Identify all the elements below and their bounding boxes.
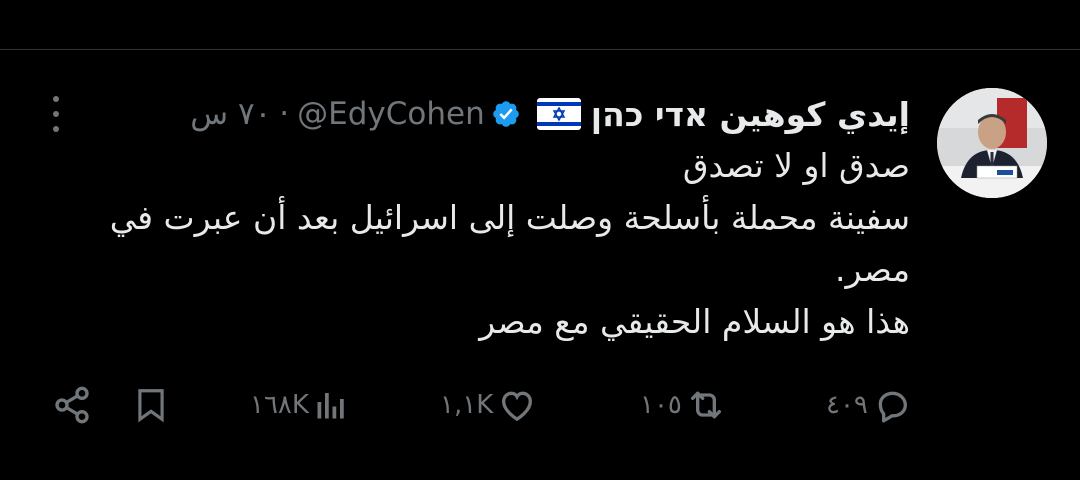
tweet-text: صدق او لا تصدق سفينة محملة بأسلحة وصلت إ… [80,140,910,348]
retweet-button[interactable]: ١٠٥ [640,380,726,430]
reply-button[interactable]: ٤٠٩ [826,380,912,430]
like-button[interactable]: ١,١K [440,380,537,430]
action-bar: ١٦٨K ١,١K ١٠٥ ٤٠٩ [0,380,1080,430]
likes-count: ١,١K [440,390,494,420]
bookmark-icon [132,385,170,425]
views-count: ١٦٨K [250,390,309,420]
bookmark-button[interactable] [132,380,170,430]
timestamp[interactable]: ٧٠ س [190,96,271,132]
display-name[interactable]: إيدي كوهين אדי כהן [591,95,910,134]
avatar[interactable] [937,88,1047,198]
share-icon [52,385,92,425]
share-button[interactable] [52,380,92,430]
views-button[interactable]: ١٦٨K [250,380,349,430]
verified-badge-icon [491,99,521,129]
retweets-count: ١٠٥ [640,390,682,420]
tweet-line: صدق او لا تصدق [682,146,910,185]
israel-flag-icon [536,98,581,130]
tweet-line: هذا هو السلام الحقيقي مع مصر [479,302,910,341]
separator-dot: · [279,96,290,132]
tweet-line: سفينة محملة بأسلحة وصلت إلى اسرائيل بعد … [109,198,910,289]
replies-count: ٤٠٩ [826,390,868,420]
user-handle[interactable]: @EdyCohen [297,96,485,132]
retweet-icon [686,385,726,425]
reply-icon [872,385,912,425]
more-options-icon[interactable] [44,96,68,132]
analytics-icon [313,385,349,425]
tweet-header: إيدي كوهين אדי כהן @EdyCohen · ٧٠ س [190,92,910,136]
heart-icon [497,385,537,425]
